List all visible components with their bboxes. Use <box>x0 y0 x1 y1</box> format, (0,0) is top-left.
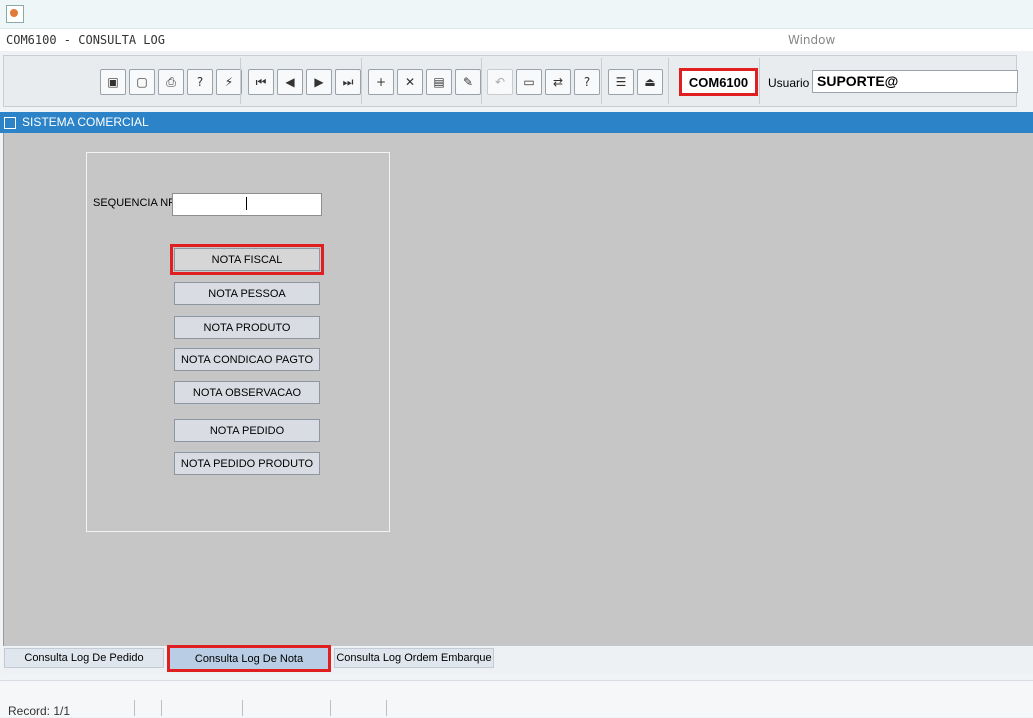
transfer-icon[interactable]: ⇄ <box>545 69 571 95</box>
nota-condicao-pagto-button[interactable]: NOTA CONDICAO PAGTO <box>174 348 320 371</box>
java-app-icon <box>6 5 24 23</box>
nota-pedido-button[interactable]: NOTA PEDIDO <box>174 419 320 442</box>
list-values-icon[interactable]: ▤ <box>426 69 452 95</box>
toolbar-separator <box>759 58 760 104</box>
save-icon[interactable]: ▣ <box>100 69 126 95</box>
exit-icon[interactable]: ⏏ <box>637 69 663 95</box>
window-restore-icon[interactable] <box>4 117 16 129</box>
app-icon-bar <box>0 0 1033 29</box>
last-record-icon[interactable]: ⏭ <box>335 69 361 95</box>
status-divider <box>134 700 135 716</box>
clear-icon[interactable]: ✎ <box>455 69 481 95</box>
next-record-icon[interactable]: ▶ <box>306 69 332 95</box>
printer-icon[interactable]: ⎙ <box>158 69 184 95</box>
help-query-icon[interactable]: ? <box>187 69 213 95</box>
undo-icon[interactable]: ↶ <box>487 69 513 95</box>
status-divider <box>161 700 162 716</box>
nota-observacao-button[interactable]: NOTA OBSERVACAO <box>174 381 320 404</box>
help-icon[interactable]: ? <box>574 69 600 95</box>
user-field[interactable]: SUPORTE@ <box>812 70 1018 93</box>
nota-pessoa-button[interactable]: NOTA PESSOA <box>174 282 320 305</box>
window-menu[interactable]: Window <box>788 33 835 47</box>
user-label: Usuario <box>768 76 810 90</box>
toolbar-separator <box>601 58 602 104</box>
toolbar-separator <box>481 58 482 104</box>
seq-nf-input[interactable] <box>172 193 322 216</box>
nota-fiscal-button[interactable]: NOTA FISCAL <box>170 244 324 275</box>
toolbar: ▣ ▢ ⎙ ? ⚡ ⏮ ◀ ▶ ⏭ + ✕ ▤ ✎ ↶ ▭ ⇄ ? ☰ ⏏ CO… <box>3 55 1018 107</box>
toolbar-group-nav: ⏮ ◀ ▶ ⏭ <box>248 69 361 97</box>
status-divider <box>242 700 243 716</box>
toolbar-group-edit: + ✕ ▤ ✎ <box>368 69 481 97</box>
section-header: SISTEMA COMERCIAL <box>0 112 1033 133</box>
seq-nf-label: SEQUENCIA NF <box>93 197 175 209</box>
tab-consulta-log-pedido[interactable]: Consulta Log De Pedido <box>4 648 164 668</box>
status-divider <box>386 700 387 716</box>
toolbar-group-menu: ☰ ⏏ <box>608 69 663 97</box>
toolbar-separator <box>668 58 669 104</box>
menu-icon[interactable]: ☰ <box>608 69 634 95</box>
print-preview-icon[interactable]: ▢ <box>129 69 155 95</box>
first-record-icon[interactable]: ⏮ <box>248 69 274 95</box>
text-caret <box>246 197 247 210</box>
delete-record-icon[interactable]: ✕ <box>397 69 423 95</box>
insert-record-icon[interactable]: + <box>368 69 394 95</box>
status-divider <box>330 700 331 716</box>
status-bar: Record: 1/1 <box>0 680 1033 718</box>
toolbar-group-misc: ↶ ▭ ⇄ ? <box>487 69 600 97</box>
nota-pedido-produto-button[interactable]: NOTA PEDIDO PRODUTO <box>174 452 320 475</box>
form-code-badge: COM6100 <box>679 68 758 96</box>
section-title: SISTEMA COMERCIAL <box>22 115 149 129</box>
nota-produto-button[interactable]: NOTA PRODUTO <box>174 316 320 339</box>
tab-consulta-log-nota[interactable]: Consulta Log De Nota <box>167 645 331 672</box>
toolbar-separator <box>240 58 241 104</box>
execute-icon[interactable]: ⚡ <box>216 69 242 95</box>
menubar: COM6100 - CONSULTA LOG Window <box>0 29 1033 51</box>
clipboard-icon[interactable]: ▭ <box>516 69 542 95</box>
window-title: COM6100 - CONSULTA LOG <box>6 33 165 47</box>
toolbar-separator <box>361 58 362 104</box>
toolbar-group-file: ▣ ▢ ⎙ ? ⚡ <box>100 69 242 97</box>
tab-consulta-log-ordem-embarque[interactable]: Consulta Log Ordem Embarque <box>334 648 494 668</box>
previous-record-icon[interactable]: ◀ <box>277 69 303 95</box>
